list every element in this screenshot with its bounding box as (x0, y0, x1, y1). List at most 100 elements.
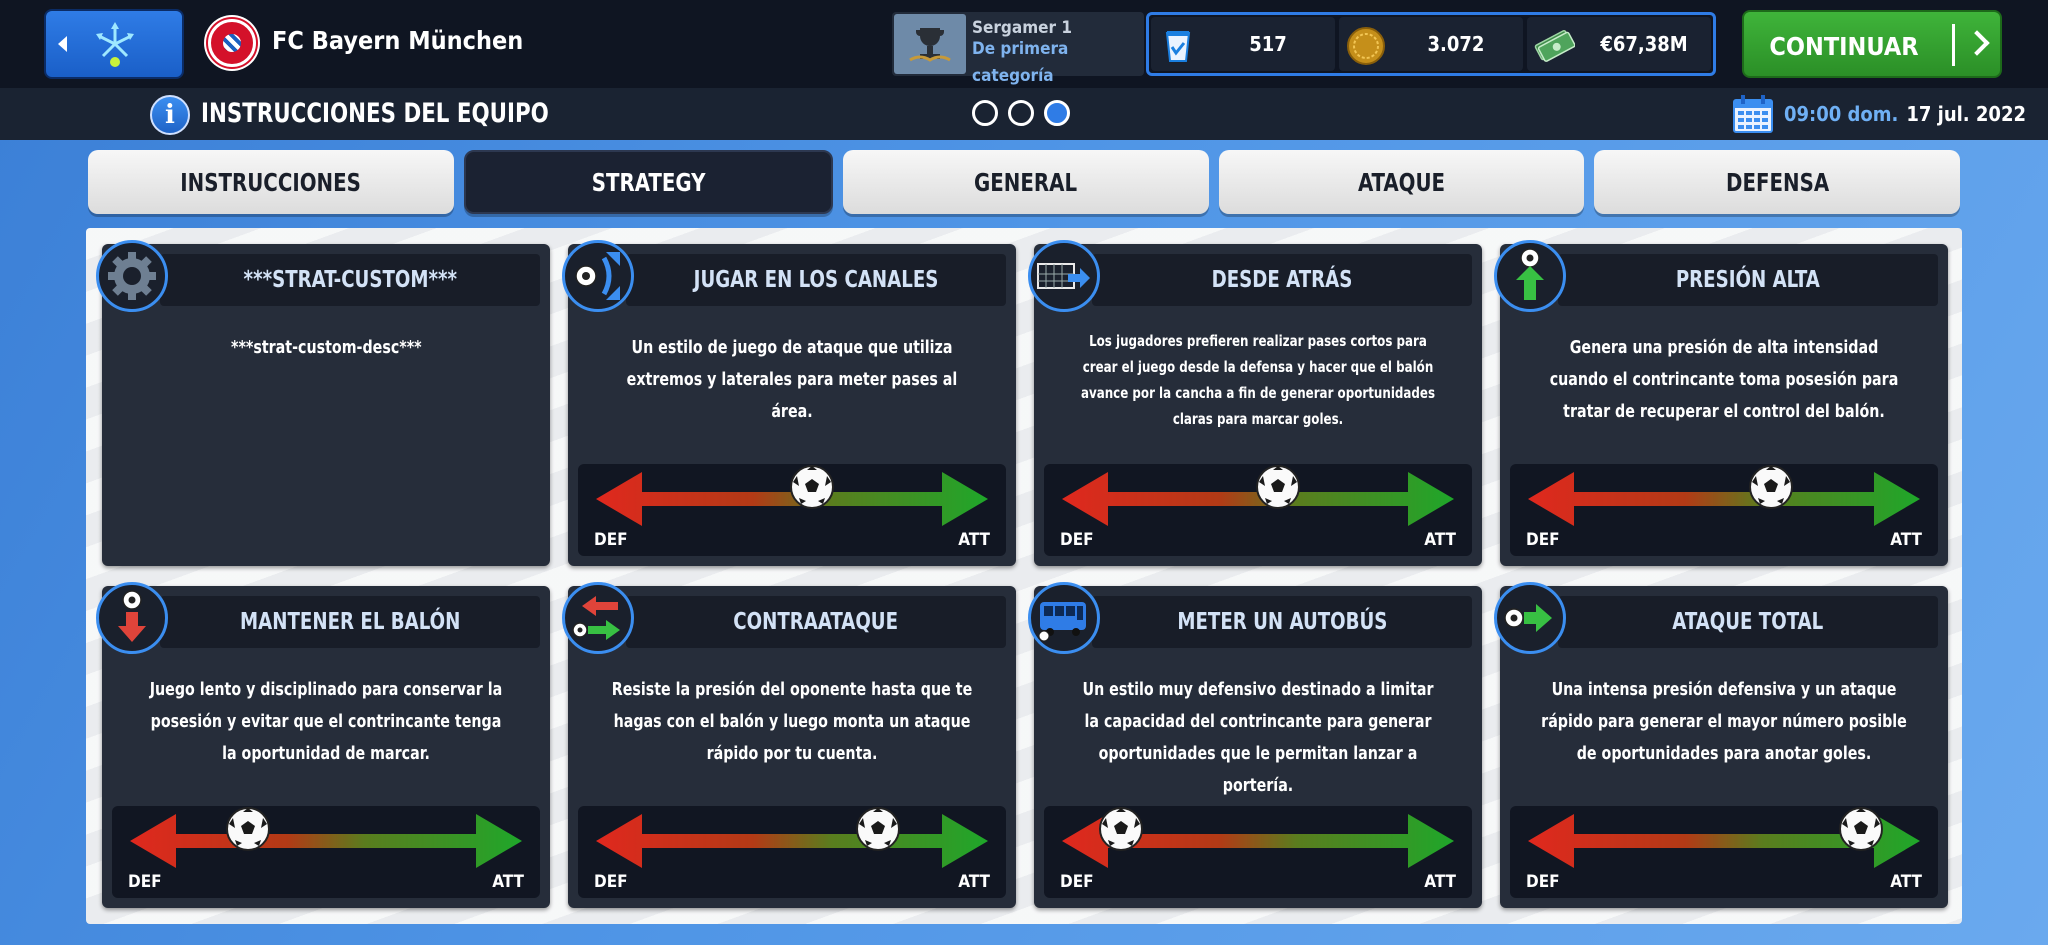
club-badge-logo (204, 15, 260, 71)
def-att-arrow-shape (1528, 472, 1920, 526)
tab-ataque[interactable]: ATAQUE (1218, 150, 1585, 214)
def-att-arrow (596, 814, 988, 868)
card-header: JUGAR EN LOS CANALES (626, 254, 1006, 306)
def-att-slider: DEF ATT (578, 464, 1006, 556)
coins-display[interactable]: 3.072 (1339, 17, 1523, 71)
def-att-slider: DEF ATT (1044, 464, 1472, 556)
strategy-card-presion-alta[interactable]: PRESIÓN ALTA Genera una presión de alta … (1494, 240, 1948, 566)
card-header: MANTENER EL BALÓN (160, 596, 540, 648)
card-description: Los jugadores prefieren realizar pases c… (1080, 332, 1436, 428)
goal-icon (1028, 240, 1100, 312)
back-arrow-icon (58, 36, 67, 52)
slider-def-label: DEF (594, 530, 628, 550)
card-description: Juego lento y disciplinado para conserva… (149, 679, 503, 764)
card-title: MANTENER EL BALÓN (239, 609, 461, 635)
soccer-ball-slider-thumb[interactable] (855, 806, 901, 852)
slider-def-label: DEF (1526, 530, 1560, 550)
continue-separator (1952, 24, 1955, 66)
page-dot-active[interactable] (1044, 100, 1070, 126)
card-header: CONTRAATAQUE (626, 596, 1006, 648)
manager-name: Sergamer 1 (972, 18, 1073, 38)
soccer-ball-slider-thumb[interactable] (1255, 464, 1301, 510)
def-att-arrow (130, 814, 522, 868)
strategy-card-desde-atras[interactable]: DESDE ATRÁS Los jugadores prefieren real… (1028, 240, 1482, 566)
credits-display[interactable]: 517 (1151, 17, 1335, 71)
card-header: PRESIÓN ALTA (1558, 254, 1938, 306)
tab-general[interactable]: GENERAL (843, 150, 1209, 214)
date-display: 09:00 dom. 17 jul. 2022 (1732, 92, 2026, 136)
slider-att-label: ATT (1424, 872, 1456, 892)
tab-bar: INSTRUCCIONES STRATEGY GENERAL ATAQUE DE… (88, 150, 1960, 216)
manager-division: De primera categoría (972, 39, 1069, 86)
slider-att-label: ATT (1890, 530, 1922, 550)
strategy-card-ataque-total[interactable]: ATAQUE TOTAL Una intensa presión defensi… (1494, 582, 1948, 908)
card-title: CONTRAATAQUE (733, 609, 899, 635)
cash-value: €67,38M (1600, 32, 1688, 56)
def-att-arrow (1528, 472, 1920, 526)
tab-defensa[interactable]: DEFENSA (1594, 150, 1960, 214)
card-header: ATAQUE TOTAL (1558, 596, 1938, 648)
tab-label: INSTRUCCIONES (180, 167, 362, 197)
card-description: Una intensa presión defensiva y un ataqu… (1541, 679, 1907, 764)
info-icon[interactable]: i (150, 95, 190, 135)
press-up-icon (1494, 240, 1566, 312)
card-description: Un estilo de juego de ataque que utiliza… (626, 337, 958, 422)
strategy-card-jugar-en-los-canales[interactable]: JUGAR EN LOS CANALES Un estilo de juego … (562, 240, 1016, 566)
continue-label: CONTINUAR (1769, 32, 1919, 61)
tab-instrucciones[interactable]: INSTRUCCIONES (88, 150, 454, 214)
card-description: Resiste la presión del oponente hasta qu… (611, 679, 973, 764)
slider-def-label: DEF (1526, 872, 1560, 892)
slider-att-label: ATT (1424, 530, 1456, 550)
manager-profile[interactable]: Sergamer 1 De primera categoría (892, 12, 1144, 86)
strategy-card-contraataque[interactable]: CONTRAATAQUE Resiste la presión del opon… (562, 582, 1016, 908)
back-button[interactable] (44, 9, 184, 79)
def-att-slider: DEF ATT (578, 806, 1006, 898)
card-title: DESDE ATRÁS (1211, 267, 1353, 293)
def-att-slider: DEF ATT (1044, 806, 1472, 898)
continue-button[interactable]: CONTINUAR (1742, 10, 2002, 78)
page-dot[interactable] (1008, 100, 1034, 126)
strategy-card-mantener-el-balon[interactable]: MANTENER EL BALÓN Juego lento y discipli… (96, 582, 550, 908)
card-description: Un estilo muy defensivo destinado a limi… (1082, 679, 1434, 796)
tactics-icon (96, 22, 134, 67)
card-description: ***strat-custom-desc*** (230, 337, 422, 358)
gear-icon (96, 240, 168, 312)
hold-down-icon (96, 582, 168, 654)
tab-label: GENERAL (974, 167, 1078, 197)
strategy-panel: ***STRAT-CUSTOM*** ***strat-custom-desc*… (86, 228, 1962, 924)
credits-icon (1165, 31, 1191, 62)
def-att-slider: DEF ATT (1510, 806, 1938, 898)
def-att-slider: DEF ATT (1510, 464, 1938, 556)
strategy-card-strat-custom[interactable]: ***STRAT-CUSTOM*** ***strat-custom-desc*… (96, 240, 550, 566)
card-header: ***STRAT-CUSTOM*** (160, 254, 540, 306)
soccer-ball-slider-thumb[interactable] (1098, 806, 1144, 852)
tab-label: DEFENSA (1725, 167, 1829, 197)
credits-value: 517 (1249, 32, 1287, 56)
club-name: FC Bayern München (272, 26, 524, 55)
slider-def-label: DEF (1060, 872, 1094, 892)
strategy-card-meter-un-autobus[interactable]: METER UN AUTOBÚS Un estilo muy defensivo… (1028, 582, 1482, 908)
slider-def-label: DEF (1060, 530, 1094, 550)
cash-display[interactable]: €67,38M (1527, 17, 1711, 71)
top-bar: FC Bayern München Sergamer 1 De primera … (0, 0, 2048, 88)
soccer-ball-slider-thumb[interactable] (789, 464, 835, 510)
soccer-ball-slider-thumb[interactable] (1748, 464, 1794, 510)
page-indicator (972, 100, 1070, 126)
tab-strategy[interactable]: STRATEGY (463, 150, 834, 214)
tab-label: ATAQUE (1358, 167, 1446, 197)
card-header: METER UN AUTOBÚS (1092, 596, 1472, 648)
chevron-right-icon (1964, 30, 1990, 56)
slider-def-label: DEF (594, 872, 628, 892)
def-att-slider: DEF ATT (112, 806, 540, 898)
card-title: PRESIÓN ALTA (1675, 267, 1821, 293)
slider-att-label: ATT (492, 872, 524, 892)
soccer-ball-slider-thumb[interactable] (1838, 806, 1884, 852)
trophy-icon (894, 14, 966, 74)
soccer-ball-slider-thumb[interactable] (225, 806, 271, 852)
bus-icon (1028, 582, 1100, 654)
slider-att-label: ATT (958, 530, 990, 550)
page-dot[interactable] (972, 100, 998, 126)
card-title: ATAQUE TOTAL (1672, 609, 1824, 635)
coin-icon (1347, 27, 1385, 65)
channels-icon (562, 240, 634, 312)
